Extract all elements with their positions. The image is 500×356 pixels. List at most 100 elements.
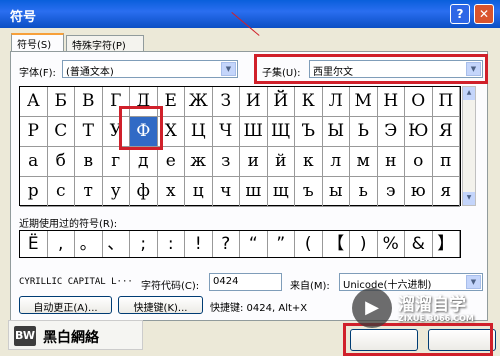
symbol-cell[interactable]: Ш: [240, 117, 268, 147]
symbol-cell[interactable]: Л: [322, 87, 350, 117]
recent-symbol[interactable]: 、: [103, 231, 130, 257]
symbol-cell[interactable]: л: [322, 147, 350, 177]
recent-symbol[interactable]: 【: [323, 231, 350, 257]
symbol-cell[interactable]: х: [157, 177, 185, 207]
recent-symbol[interactable]: ,: [48, 231, 75, 257]
scroll-up-icon[interactable]: ▲: [463, 87, 475, 100]
symbol-cell[interactable]: ъ: [295, 177, 323, 207]
recent-symbol[interactable]: ?: [213, 231, 240, 257]
tab-symbols[interactable]: 符号(S): [11, 33, 64, 52]
selected-char-highlight-box: [119, 106, 163, 150]
symbol-cell[interactable]: и: [240, 147, 268, 177]
symbol-cell[interactable]: Б: [47, 87, 75, 117]
symbol-cell[interactable]: ю: [405, 177, 433, 207]
symbol-cell[interactable]: П: [432, 87, 460, 117]
symbol-cell[interactable]: ь: [350, 177, 378, 207]
grid-scrollbar[interactable]: ▲ ▼: [462, 86, 476, 206]
symbol-cell[interactable]: г: [102, 147, 130, 177]
symbol-cell[interactable]: ж: [185, 147, 213, 177]
symbol-cell[interactable]: Ы: [322, 117, 350, 147]
symbol-cell[interactable]: А: [20, 87, 48, 117]
recent-symbol[interactable]: :: [158, 231, 185, 257]
symbol-cell[interactable]: З: [212, 87, 240, 117]
recent-symbols-row[interactable]: Ё,。、;:!? “”(【)% &】: [19, 230, 461, 258]
symbol-cell[interactable]: Я: [432, 117, 460, 147]
symbol-cell[interactable]: Ъ: [295, 117, 323, 147]
symbol-cell[interactable]: И: [240, 87, 268, 117]
symbol-cell[interactable]: ц: [185, 177, 213, 207]
shortcut-key-button[interactable]: 快捷键(K)...: [118, 296, 203, 314]
subset-highlight-box: [254, 54, 488, 84]
symbol-cell[interactable]: я: [432, 177, 460, 207]
symbol-cell[interactable]: В: [75, 87, 103, 117]
symbol-cell[interactable]: Ч: [212, 117, 240, 147]
symbol-cell[interactable]: у: [102, 177, 130, 207]
symbol-cell[interactable]: М: [350, 87, 378, 117]
symbol-cell[interactable]: з: [212, 147, 240, 177]
chevron-down-icon[interactable]: ▼: [221, 62, 236, 76]
help-button[interactable]: ?: [450, 4, 470, 24]
shortcut-text: 快捷键: 0424, Alt+X: [210, 303, 308, 314]
tab-special-characters[interactable]: 特殊字符(P): [66, 35, 144, 52]
symbol-cell[interactable]: ф: [130, 177, 158, 207]
symbol-cell[interactable]: Й: [267, 87, 295, 117]
symbol-cell[interactable]: Р: [20, 117, 48, 147]
recent-symbol[interactable]: “: [240, 231, 268, 257]
symbol-cell[interactable]: е: [157, 147, 185, 177]
symbol-cell[interactable]: ч: [212, 177, 240, 207]
symbol-cell[interactable]: д: [130, 147, 158, 177]
symbol-cell[interactable]: о: [405, 147, 433, 177]
recent-symbols-label: 近期使用过的符号(R):: [19, 219, 118, 230]
window-title: 符号: [10, 10, 37, 25]
recent-symbol[interactable]: ): [350, 231, 378, 257]
char-code-input[interactable]: 0424: [209, 273, 282, 291]
recent-symbol[interactable]: 。: [75, 231, 103, 257]
symbol-cell[interactable]: Э: [377, 117, 405, 147]
symbol-cell[interactable]: Н: [377, 87, 405, 117]
window-titlebar: 符号 ? ✕: [0, 0, 500, 28]
symbol-cell[interactable]: Щ: [267, 117, 295, 147]
symbol-cell[interactable]: м: [350, 147, 378, 177]
symbol-cell[interactable]: н: [377, 147, 405, 177]
recent-symbol[interactable]: (: [295, 231, 323, 257]
symbol-cell[interactable]: т: [75, 177, 103, 207]
play-icon: ▶: [352, 288, 392, 328]
scroll-down-icon[interactable]: ▼: [463, 192, 475, 205]
symbol-cell[interactable]: щ: [267, 177, 295, 207]
recent-symbol[interactable]: &: [405, 231, 433, 257]
symbol-cell[interactable]: ш: [240, 177, 268, 207]
character-name: CYRILLIC CAPITAL L···: [19, 277, 133, 287]
symbol-cell[interactable]: к: [295, 147, 323, 177]
recent-symbol[interactable]: ;: [130, 231, 158, 257]
character-grid[interactable]: АБВГДЕЖЗИЙКЛМНОПРСТУФХЦЧШЩЪЫЬЭЮЯабвгдежз…: [19, 86, 461, 207]
symbol-cell[interactable]: й: [267, 147, 295, 177]
recent-symbol[interactable]: %: [378, 231, 405, 257]
autocorrect-button[interactable]: 自动更正(A)...: [19, 296, 112, 314]
symbol-cell[interactable]: Т: [75, 117, 103, 147]
symbol-cell[interactable]: р: [20, 177, 48, 207]
symbol-cell[interactable]: С: [47, 117, 75, 147]
symbol-cell[interactable]: К: [295, 87, 323, 117]
symbol-cell[interactable]: э: [377, 177, 405, 207]
recent-symbol[interactable]: ”: [268, 231, 295, 257]
symbol-cell[interactable]: п: [432, 147, 460, 177]
recent-symbol[interactable]: !: [185, 231, 213, 257]
recent-symbol[interactable]: Ё: [20, 231, 48, 257]
symbol-cell[interactable]: О: [405, 87, 433, 117]
font-label: 字体(F):: [19, 68, 56, 79]
symbol-cell[interactable]: Ж: [185, 87, 213, 117]
recent-symbol[interactable]: 】: [433, 231, 460, 257]
symbol-cell[interactable]: Ь: [350, 117, 378, 147]
symbol-cell[interactable]: ы: [322, 177, 350, 207]
symbol-cell[interactable]: б: [47, 147, 75, 177]
font-value: (普通文本): [66, 67, 114, 78]
symbol-cell[interactable]: с: [47, 177, 75, 207]
font-select[interactable]: (普通文本) ▼: [62, 60, 238, 78]
char-code-value: 0424: [213, 276, 239, 287]
logo-mark: BW: [14, 326, 36, 346]
close-button[interactable]: ✕: [474, 4, 494, 24]
symbol-cell[interactable]: а: [20, 147, 48, 177]
symbol-cell[interactable]: Ц: [185, 117, 213, 147]
symbol-cell[interactable]: Ю: [405, 117, 433, 147]
symbol-cell[interactable]: в: [75, 147, 103, 177]
